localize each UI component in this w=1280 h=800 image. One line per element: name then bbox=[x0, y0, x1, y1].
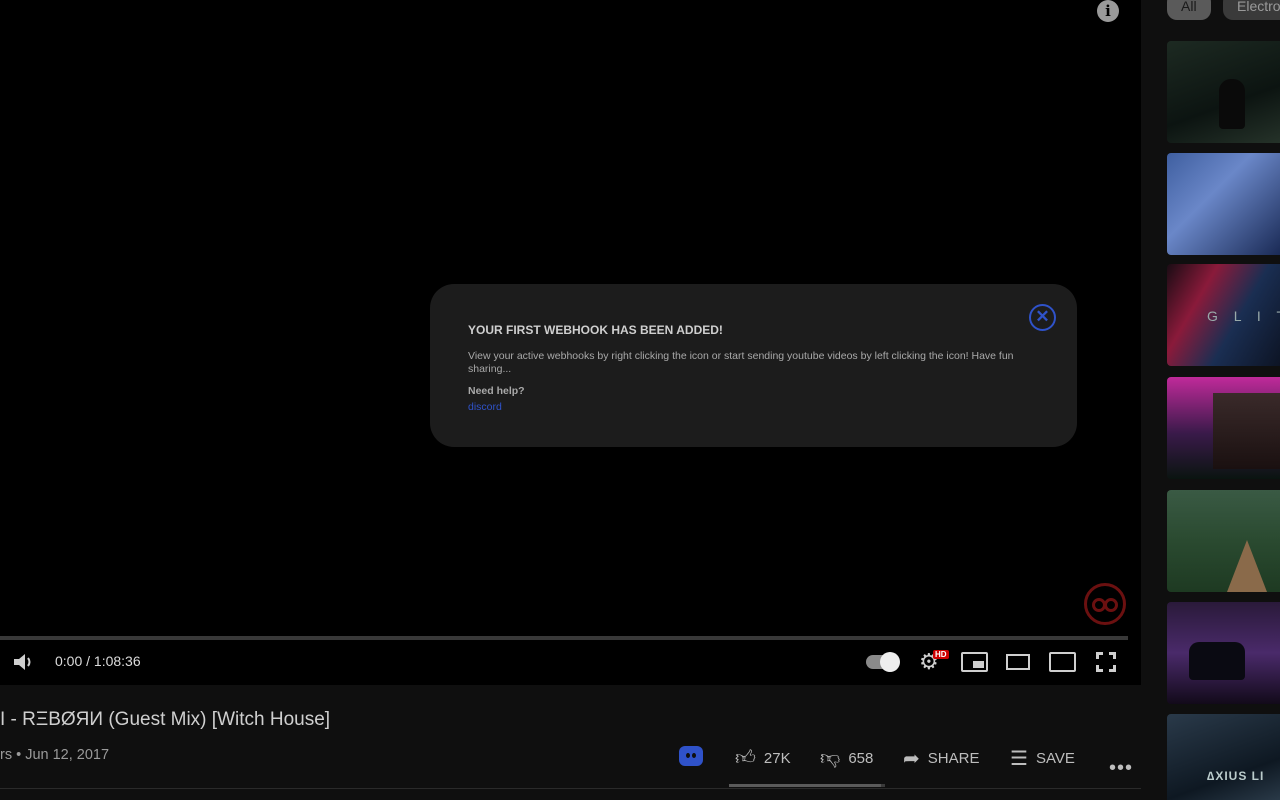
playlist-add-icon: ☰ bbox=[1010, 747, 1028, 770]
thumbnail-car bbox=[1189, 642, 1245, 680]
autoplay-knob bbox=[880, 652, 900, 672]
discord-share-icon[interactable] bbox=[679, 746, 703, 766]
thumbs-up-icon: 👍︎ bbox=[735, 747, 756, 769]
divider bbox=[0, 788, 1141, 789]
thumbnail-4[interactable] bbox=[1167, 377, 1280, 479]
chip-all[interactable]: All bbox=[1167, 0, 1211, 20]
thumbnail-5[interactable] bbox=[1167, 490, 1280, 592]
thumbnail-3-text: G L I T bbox=[1207, 308, 1280, 324]
modal-body: View your active webhooks by right click… bbox=[468, 350, 1014, 375]
time-display: 0:00 / 1:08:36 bbox=[55, 653, 141, 669]
sentiment-fill bbox=[729, 784, 882, 787]
modal-title: YOUR FIRST WEBHOOK HAS BEEN ADDED! bbox=[468, 323, 723, 337]
save-button[interactable]: ☰ SAVE bbox=[1010, 744, 1075, 772]
close-icon[interactable]: ✕ bbox=[1029, 304, 1056, 331]
thumbnail-7[interactable]: ∆XIUS LI bbox=[1167, 714, 1280, 800]
like-button[interactable]: 👍︎ 27K bbox=[735, 744, 791, 772]
like-count: 27K bbox=[763, 749, 791, 767]
volume-icon[interactable] bbox=[12, 652, 36, 672]
extension-badge-icon[interactable] bbox=[1084, 583, 1126, 625]
thumbnail-1[interactable] bbox=[1167, 41, 1280, 143]
info-icon[interactable]: i bbox=[1097, 0, 1119, 22]
sentiment-bar bbox=[729, 784, 885, 787]
player-controls: 0:00 / 1:08:36 ⚙ HD bbox=[0, 646, 1141, 678]
video-title: I - RΞBØЯИ (Guest Mix) [Witch House] bbox=[0, 709, 331, 730]
theater-mode-icon[interactable] bbox=[1006, 654, 1030, 670]
miniplayer-inner bbox=[973, 661, 984, 668]
share-arrow-icon: ➦ bbox=[903, 747, 920, 770]
fullscreen-icon[interactable] bbox=[1096, 652, 1116, 672]
thumbnail-7-text: ∆XIUS LI bbox=[1207, 769, 1265, 783]
modal-help-label: Need help? bbox=[468, 385, 525, 397]
hd-badge: HD bbox=[933, 650, 949, 659]
share-label: SHARE bbox=[927, 749, 980, 767]
chip-electro[interactable]: Electro bbox=[1223, 0, 1280, 20]
thumbnail-6[interactable] bbox=[1167, 602, 1280, 704]
thumbnail-figure bbox=[1219, 79, 1245, 129]
thumbs-down-icon: 👎︎ bbox=[820, 747, 841, 769]
fullscreen-corner bbox=[1109, 652, 1116, 659]
thumbnail-3[interactable]: G L I T bbox=[1167, 264, 1280, 366]
cast-icon[interactable] bbox=[1049, 652, 1076, 672]
app-root: i 0:00 / 1:08:36 ⚙ HD ✕ YOUR FIRST WEBHO… bbox=[0, 0, 1280, 800]
video-player[interactable]: i 0:00 / 1:08:36 ⚙ HD ✕ YOUR FIRST WEBHO… bbox=[0, 0, 1141, 685]
badge-ring-right bbox=[1104, 598, 1118, 612]
dislike-count: 658 bbox=[848, 749, 874, 767]
thumbnail-path bbox=[1227, 540, 1267, 592]
fullscreen-corner bbox=[1096, 652, 1103, 659]
share-button[interactable]: ➦ SHARE bbox=[903, 744, 979, 772]
progress-bar[interactable] bbox=[0, 636, 1128, 640]
fullscreen-corner bbox=[1096, 665, 1103, 672]
fullscreen-corner bbox=[1109, 665, 1116, 672]
save-label: SAVE bbox=[1035, 749, 1075, 767]
video-meta: rs • Jun 12, 2017 bbox=[0, 747, 110, 763]
autoplay-toggle[interactable] bbox=[866, 652, 900, 672]
more-actions-icon[interactable]: ••• bbox=[1109, 757, 1133, 780]
webhook-modal: ✕ YOUR FIRST WEBHOOK HAS BEEN ADDED! Vie… bbox=[430, 284, 1077, 447]
dislike-button[interactable]: 👎︎ 658 bbox=[820, 744, 873, 772]
thumbnail-2[interactable] bbox=[1167, 153, 1280, 255]
miniplayer-icon[interactable] bbox=[961, 652, 988, 672]
thumbnail-portrait bbox=[1213, 393, 1280, 469]
discord-link[interactable]: discord bbox=[468, 401, 502, 413]
